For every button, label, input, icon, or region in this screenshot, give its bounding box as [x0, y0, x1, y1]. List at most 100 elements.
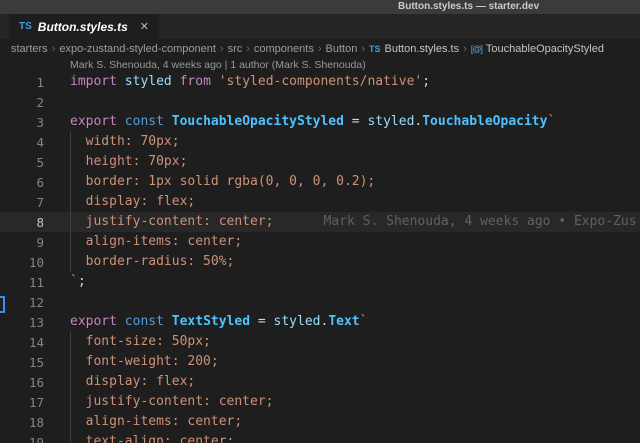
code-token	[164, 114, 172, 129]
code-line-content[interactable]: justify-content: center;Mark S. Shenouda…	[70, 212, 640, 232]
code-token: width: 70px;	[70, 134, 180, 149]
line-number[interactable]: 15	[0, 355, 70, 370]
code-token: `	[547, 114, 555, 129]
line-number[interactable]: 12	[0, 295, 70, 310]
line-number[interactable]: 6	[0, 175, 70, 190]
code-line-content[interactable]: import styled from 'styled-components/na…	[70, 72, 640, 92]
code-token: TouchableOpacityStyled	[172, 114, 344, 129]
indent-guide	[70, 432, 71, 443]
indent-guide	[70, 392, 71, 412]
line-number[interactable]: 4	[0, 135, 70, 150]
code-line[interactable]: 3export const TouchableOpacityStyled = s…	[0, 112, 640, 132]
code-line-content[interactable]	[70, 92, 640, 112]
code-token: justify-content: center;	[70, 214, 274, 229]
code-token: `	[360, 314, 368, 329]
code-line-content[interactable]: justify-content: center;	[70, 392, 640, 412]
line-number[interactable]: 10	[0, 255, 70, 270]
code-line-content[interactable]: font-size: 50px;	[70, 332, 640, 352]
line-number[interactable]: 9	[0, 235, 70, 250]
code-line[interactable]: 16 display: flex;	[0, 372, 640, 392]
line-number[interactable]: 1	[0, 75, 70, 90]
code-line[interactable]: 18 align-items: center;	[0, 412, 640, 432]
code-token: justify-content: center;	[70, 394, 274, 409]
code-line-content[interactable]: font-weight: 200;	[70, 352, 640, 372]
code-line-content[interactable]: height: 70px;	[70, 152, 640, 172]
breadcrumb-item-components[interactable]: components	[254, 43, 314, 55]
line-number[interactable]: 2	[0, 95, 70, 110]
tab-button-styles-ts[interactable]: TS Button.styles.ts ✕	[9, 14, 159, 39]
indent-guide	[70, 172, 71, 192]
close-icon[interactable]: ✕	[140, 20, 149, 33]
indent-guide	[70, 412, 71, 432]
code-line[interactable]: 17 justify-content: center;	[0, 392, 640, 412]
code-line-content[interactable]: export const TouchableOpacityStyled = st…	[70, 112, 640, 132]
code-line[interactable]: 15 font-weight: 200;	[0, 352, 640, 372]
breadcrumb-separator: ›	[52, 43, 56, 55]
line-number[interactable]: 16	[0, 375, 70, 390]
code-token: border: 1px solid rgba(0, 0, 0, 0.2);	[70, 174, 375, 189]
breadcrumb-item-touchableopacitystyled[interactable]: [@]TouchableOpacityStyled	[471, 43, 604, 55]
line-number[interactable]: 11	[0, 275, 70, 290]
code-line-content[interactable]: border-radius: 50%;	[70, 252, 640, 272]
code-token	[172, 74, 180, 89]
tab-label: Button.styles.ts	[38, 20, 128, 34]
gitlens-authors-lens[interactable]: Mark S. Shenouda, 4 weeks ago | 1 author…	[0, 58, 640, 72]
breadcrumb-label: starters	[11, 43, 48, 55]
code-token	[117, 74, 125, 89]
code-line[interactable]: 11`;	[0, 272, 640, 292]
code-line[interactable]: 7 display: flex;	[0, 192, 640, 212]
breadcrumb-separator: ›	[318, 43, 322, 55]
line-number[interactable]: 13	[0, 315, 70, 330]
code-line[interactable]: 5 height: 70px;	[0, 152, 640, 172]
code-line[interactable]: 1import styled from 'styled-components/n…	[0, 72, 640, 92]
code-token: ;	[78, 274, 86, 289]
code-line-content[interactable]: display: flex;	[70, 372, 640, 392]
code-line[interactable]: 6 border: 1px solid rgba(0, 0, 0, 0.2);	[0, 172, 640, 192]
line-number[interactable]: 19	[0, 435, 70, 443]
code-editor[interactable]: Mark S. Shenouda, 4 weeks ago | 1 author…	[0, 58, 640, 443]
breadcrumb-item-button[interactable]: Button	[326, 43, 358, 55]
indent-guide	[70, 252, 71, 272]
code-line-content[interactable]: align-items: center;	[70, 232, 640, 252]
breadcrumb-item-button-styles-ts[interactable]: TSButton.styles.ts	[369, 43, 459, 55]
line-number[interactable]: 5	[0, 155, 70, 170]
code-line-content[interactable]: text-align: center;	[70, 432, 640, 443]
code-line-content[interactable]: border: 1px solid rgba(0, 0, 0, 0.2);	[70, 172, 640, 192]
line-number[interactable]: 7	[0, 195, 70, 210]
vscode-window: Button.styles.ts — starter.dev TS Button…	[0, 0, 640, 443]
code-token	[117, 114, 125, 129]
line-number[interactable]: 17	[0, 395, 70, 410]
breadcrumb-item-src[interactable]: src	[228, 43, 243, 55]
breadcrumb-item-expo-zustand-styled-component[interactable]: expo-zustand-styled-component	[59, 43, 216, 55]
code-token: import	[70, 74, 117, 89]
code-line-content[interactable]: display: flex;	[70, 192, 640, 212]
code-line[interactable]: 9 align-items: center;	[0, 232, 640, 252]
code-line-content[interactable]: width: 70px;	[70, 132, 640, 152]
code-line[interactable]: 8 justify-content: center;Mark S. Shenou…	[0, 212, 640, 232]
code-line[interactable]: 19 text-align: center;	[0, 432, 640, 443]
left-edge-marker	[0, 296, 5, 313]
code-line-content[interactable]: align-items: center;	[70, 412, 640, 432]
code-line[interactable]: 14 font-size: 50px;	[0, 332, 640, 352]
line-number[interactable]: 14	[0, 335, 70, 350]
code-line-content[interactable]: `;	[70, 272, 640, 292]
code-token	[211, 74, 219, 89]
breadcrumb-item-starters[interactable]: starters	[11, 43, 48, 55]
code-token: styled	[367, 114, 414, 129]
code-token: display: flex;	[70, 194, 195, 209]
line-number[interactable]: 3	[0, 115, 70, 130]
code-line[interactable]: 4 width: 70px;	[0, 132, 640, 152]
code-token: ;	[422, 74, 430, 89]
code-line[interactable]: 2	[0, 92, 640, 112]
code-line[interactable]: 10 border-radius: 50%;	[0, 252, 640, 272]
line-number[interactable]: 8	[0, 215, 70, 230]
line-number[interactable]: 18	[0, 415, 70, 430]
code-line-content[interactable]: export const TextStyled = styled.Text`	[70, 312, 640, 332]
code-token: from	[180, 74, 211, 89]
breadcrumb-label: expo-zustand-styled-component	[59, 43, 216, 55]
code-line[interactable]: 13export const TextStyled = styled.Text`	[0, 312, 640, 332]
code-line-content[interactable]	[70, 292, 640, 312]
symbol-variable-icon: [@]	[471, 44, 482, 54]
code-line[interactable]: 12	[0, 292, 640, 312]
tab-bar: TS Button.styles.ts ✕	[0, 14, 640, 39]
